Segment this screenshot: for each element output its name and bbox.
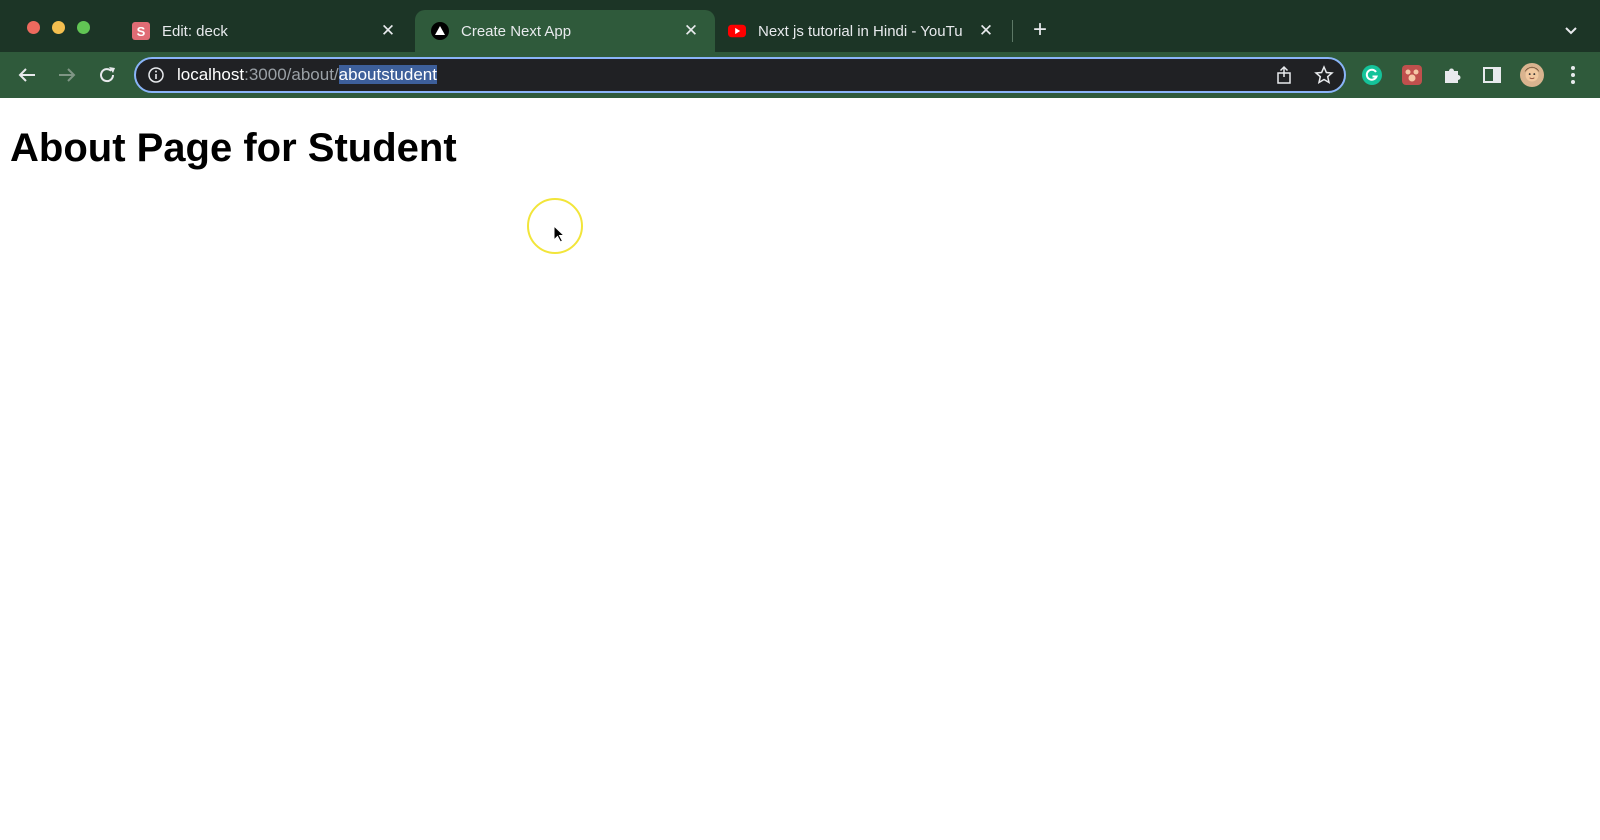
slides-icon: S bbox=[132, 22, 150, 40]
browser-chrome: S Edit: deck ✕ Create Next App ✕ Next js… bbox=[0, 0, 1600, 98]
nextjs-triangle-icon bbox=[431, 22, 449, 40]
tab-edit-deck[interactable]: S Edit: deck ✕ bbox=[116, 10, 412, 52]
mouse-pointer-icon bbox=[553, 224, 567, 243]
share-icon[interactable] bbox=[1274, 65, 1294, 85]
close-window-button[interactable] bbox=[27, 21, 40, 34]
url-path: /about/ bbox=[286, 65, 339, 84]
site-info-icon[interactable] bbox=[148, 67, 164, 83]
address-url[interactable]: localhost:3000/about/aboutstudent bbox=[177, 65, 437, 85]
tab-title: Edit: deck bbox=[162, 22, 228, 40]
page-heading: About Page for Student bbox=[10, 126, 457, 170]
back-button[interactable] bbox=[14, 62, 40, 88]
tab-search-chevron-icon[interactable] bbox=[1561, 20, 1581, 40]
address-bar[interactable]: localhost:3000/about/aboutstudent bbox=[134, 57, 1346, 93]
close-icon[interactable]: ✕ bbox=[681, 21, 701, 41]
tab-title: Create Next App bbox=[461, 22, 572, 40]
tab-youtube[interactable]: Next js tutorial in Hindi - YouTu ✕ bbox=[712, 10, 1010, 52]
url-host: localhost bbox=[177, 65, 245, 84]
close-icon[interactable]: ✕ bbox=[378, 21, 398, 41]
tab-strip: S Edit: deck ✕ Create Next App ✕ Next js… bbox=[0, 0, 1600, 52]
url-port: :3000 bbox=[244, 65, 287, 84]
new-tab-button[interactable]: + bbox=[1028, 18, 1052, 42]
menu-kebab-icon[interactable] bbox=[1561, 63, 1585, 87]
bookmark-star-icon[interactable] bbox=[1314, 65, 1334, 85]
url-selected-segment: aboutstudent bbox=[338, 65, 437, 84]
side-panel-icon[interactable] bbox=[1480, 63, 1504, 87]
grammarly-extension-icon[interactable] bbox=[1360, 63, 1384, 87]
puzzle-extensions-icon[interactable] bbox=[1440, 63, 1464, 87]
tab-create-next-app[interactable]: Create Next App ✕ bbox=[415, 10, 715, 52]
back-arrow-icon bbox=[18, 68, 35, 82]
extension-icon[interactable] bbox=[1400, 63, 1424, 87]
youtube-icon bbox=[728, 22, 746, 40]
reload-icon bbox=[100, 67, 115, 83]
forward-button[interactable] bbox=[54, 62, 80, 88]
reload-button[interactable] bbox=[94, 62, 120, 88]
tab-title: Next js tutorial in Hindi - YouTu bbox=[758, 22, 963, 40]
minimize-window-button[interactable] bbox=[52, 21, 65, 34]
svg-text:S: S bbox=[137, 24, 146, 39]
close-icon[interactable]: ✕ bbox=[976, 21, 996, 41]
profile-avatar[interactable] bbox=[1520, 63, 1544, 87]
maximize-window-button[interactable] bbox=[77, 21, 90, 34]
tab-separator bbox=[1012, 20, 1013, 42]
page-content: About Page for Student bbox=[0, 98, 1600, 840]
forward-arrow-icon bbox=[59, 68, 76, 82]
